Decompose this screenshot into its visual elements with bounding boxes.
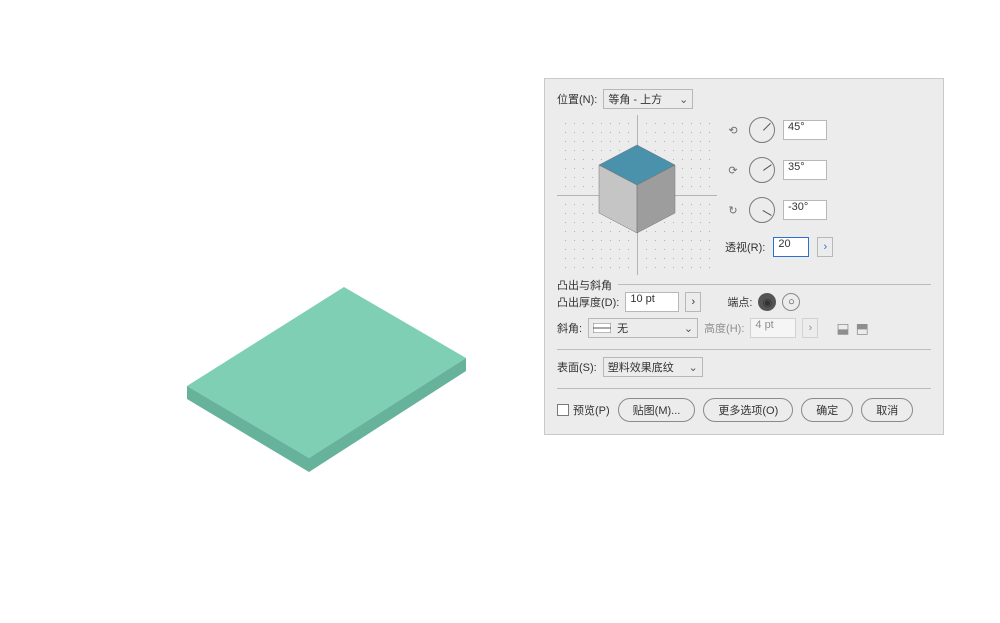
- rotate-x-row: ⟲ 45°: [725, 117, 833, 143]
- bevel-label: 斜角:: [557, 320, 582, 336]
- surface-select[interactable]: 塑料效果底纹 ⌄: [603, 357, 703, 377]
- surface-label: 表面(S):: [557, 359, 597, 375]
- perspective-value: 20: [778, 238, 790, 250]
- separator: [557, 348, 931, 349]
- bevel-height-label: 高度(H):: [704, 320, 744, 336]
- preview-checkbox[interactable]: 预览(P): [557, 402, 610, 418]
- cube-preview: [557, 115, 717, 275]
- cancel-button[interactable]: 取消: [861, 398, 913, 422]
- rotation-section: ⟲ 45° ⟳ 35° ↻ -30° 透视(R): 20 ›: [557, 115, 931, 275]
- chevron-down-icon: ⌄: [684, 322, 693, 335]
- more-options-button[interactable]: 更多选项(O): [703, 398, 793, 422]
- cap-on-icon: ◉: [763, 296, 773, 309]
- position-value: 等角 - 上方: [608, 91, 662, 107]
- perspective-input[interactable]: 20: [773, 237, 809, 257]
- bevel-select[interactable]: 无 ⌄: [588, 318, 698, 338]
- rotate-z-row: ↻ -30°: [725, 197, 833, 223]
- extrude-section-separator: 凸出与斜角: [557, 283, 931, 284]
- rotate-y-input[interactable]: 35°: [783, 160, 827, 180]
- rotation-cube[interactable]: [557, 115, 717, 275]
- bevel-extent-out-icon: ⬒: [856, 320, 869, 337]
- depth-stepper[interactable]: ›: [685, 292, 701, 312]
- rotate-z-dial[interactable]: [749, 197, 775, 223]
- checkbox-icon: [557, 404, 569, 416]
- chevron-down-icon: ⌄: [679, 93, 688, 106]
- chevron-right-icon: ›: [691, 296, 695, 308]
- position-select[interactable]: 等角 - 上方 ⌄: [603, 89, 693, 109]
- extrude-section-title: 凸出与斜角: [557, 277, 618, 293]
- extrude-bevel-dialog: 位置(N): 等角 - 上方 ⌄ ⟲ 45°: [544, 78, 944, 435]
- rotate-vertical-icon: ⟳: [725, 162, 741, 178]
- perspective-stepper[interactable]: ›: [817, 237, 833, 257]
- ok-button[interactable]: 确定: [801, 398, 853, 422]
- bevel-none-icon: [593, 323, 611, 333]
- rotation-controls: ⟲ 45° ⟳ 35° ↻ -30° 透视(R): 20 ›: [725, 117, 833, 275]
- dialog-footer: 预览(P) 贴图(M)... 更多选项(O) 确定 取消: [557, 398, 931, 422]
- separator: [557, 387, 931, 388]
- depth-input[interactable]: 10 pt: [625, 292, 679, 312]
- bevel-row: 斜角: 无 ⌄ 高度(H): 4 pt › ⬓ ⬒: [557, 318, 931, 338]
- preview-label: 预览(P): [573, 402, 610, 418]
- chevron-right-icon: ›: [823, 241, 827, 253]
- rotate-z-input[interactable]: -30°: [783, 200, 827, 220]
- map-art-button[interactable]: 贴图(M)...: [618, 398, 696, 422]
- perspective-label: 透视(R):: [725, 239, 765, 255]
- surface-value: 塑料效果底纹: [608, 359, 674, 375]
- perspective-row: 透视(R): 20 ›: [725, 237, 833, 257]
- bevel-height-stepper: ›: [802, 318, 818, 338]
- bevel-height-input: 4 pt: [750, 318, 796, 338]
- surface-row: 表面(S): 塑料效果底纹 ⌄: [557, 357, 931, 377]
- position-label: 位置(N):: [557, 91, 597, 107]
- rotate-x-dial[interactable]: [749, 117, 775, 143]
- rotate-y-dial[interactable]: [749, 157, 775, 183]
- chevron-right-icon: ›: [809, 322, 813, 334]
- extrude-depth-row: 凸出厚度(D): 10 pt › 端点: ◉ ○: [557, 292, 931, 312]
- bevel-value: 无: [617, 320, 628, 336]
- rotate-y-row: ⟳ 35°: [725, 157, 833, 183]
- position-row: 位置(N): 等角 - 上方 ⌄: [557, 89, 931, 109]
- cap-on-button[interactable]: ◉: [758, 293, 776, 311]
- rotate-x-input[interactable]: 45°: [783, 120, 827, 140]
- cap-off-icon: ○: [788, 296, 795, 308]
- cap-label: 端点:: [727, 294, 752, 310]
- chevron-down-icon: ⌄: [689, 361, 698, 374]
- bevel-extent-in-icon: ⬓: [836, 320, 849, 337]
- rotate-horizontal-icon: ⟲: [725, 122, 741, 138]
- cap-off-button[interactable]: ○: [782, 293, 800, 311]
- depth-label: 凸出厚度(D):: [557, 294, 619, 310]
- rotate-circular-icon: ↻: [725, 202, 741, 218]
